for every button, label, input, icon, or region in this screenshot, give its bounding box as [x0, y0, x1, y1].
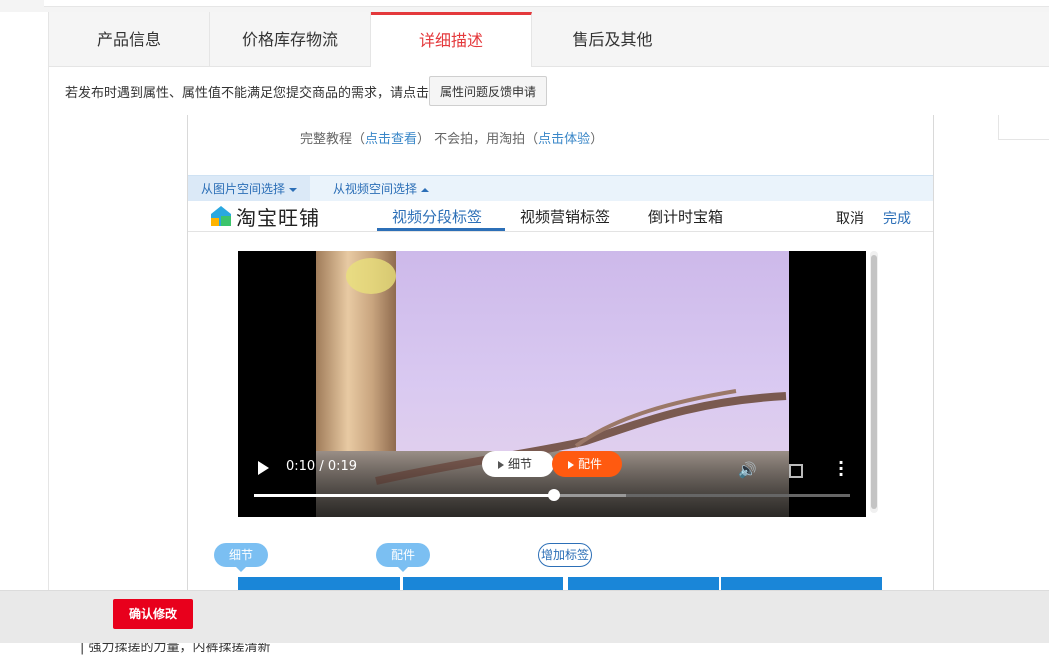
description-editor: 完整教程（点击查看） 不会拍，用淘拍（点击体验） 从图片空间选择 从视频空间选择…: [187, 115, 934, 595]
section-tabs: 产品信息 价格库存物流 详细描述 售后及其他: [49, 12, 1049, 67]
progress-handle[interactable]: [548, 489, 560, 501]
segment-tag-accessory[interactable]: 配件: [376, 543, 430, 572]
more-options-icon[interactable]: · · ·: [838, 455, 844, 483]
played-bar: [254, 494, 554, 497]
buffered-bar: [554, 494, 626, 497]
tag-pointer: [398, 567, 408, 572]
taobao-wangpu-logo-icon: [211, 206, 231, 226]
caret-down-icon: [289, 187, 297, 192]
editor-scrollbar[interactable]: [870, 251, 878, 513]
play-small-icon: [568, 460, 574, 469]
attribute-notice: 若发布时遇到属性、属性值不能满足您提交商品的需求，请点击: [65, 86, 430, 101]
top-divider: [44, 0, 1049, 7]
image-space-select[interactable]: 从图片空间选择: [188, 176, 310, 202]
volume-icon[interactable]: 🔊: [738, 461, 757, 479]
image-space-label: 从图片空间选择: [200, 182, 285, 196]
chip-detail[interactable]: 细节: [482, 451, 554, 477]
add-tag-button[interactable]: 增加标签: [538, 543, 592, 567]
video-space-select[interactable]: 从视频空间选择: [333, 176, 430, 202]
video-space-label: 从视频空间选择: [333, 182, 418, 196]
bottom-action-bar: 确认修改: [0, 590, 1049, 643]
tab-video-marketing-tags[interactable]: 视频营销标签: [520, 206, 610, 227]
tutorial-view-link[interactable]: 点击查看: [365, 132, 417, 147]
tab-countdown-chest[interactable]: 倒计时宝箱: [648, 206, 723, 227]
attribute-feedback-button[interactable]: 属性问题反馈申请: [429, 76, 547, 106]
segment-tag-detail-label: 细节: [228, 548, 253, 562]
tab-product-info[interactable]: 产品信息: [49, 12, 210, 66]
wangpu-toolbar: 淘宝旺铺 视频分段标签 视频营销标签 倒计时宝箱 取消 完成: [188, 201, 933, 232]
active-tab-underline: [377, 228, 505, 231]
cancel-button[interactable]: 取消: [836, 208, 864, 228]
segment-tag-detail[interactable]: 细节: [214, 543, 268, 572]
chip-accessory-label: 配件: [578, 457, 603, 471]
tutorial-suffix: ）: [590, 132, 604, 147]
play-icon[interactable]: [258, 461, 269, 475]
chip-detail-label: 细节: [508, 457, 533, 471]
scrollbar-thumb[interactable]: [871, 255, 877, 509]
tutorial-line: 完整教程（点击查看） 不会拍，用淘拍（点击体验）: [300, 128, 603, 147]
confirm-modify-button[interactable]: 确认修改: [113, 599, 193, 629]
tutorial-mid: ） 不会拍，用淘拍（: [417, 132, 539, 147]
segment-tag-accessory-label: 配件: [390, 548, 415, 562]
video-time: 0:10 / 0:19: [286, 459, 358, 474]
video-controls: 0:10 / 0:19 细节 配件 🔊 · · ·: [238, 451, 866, 517]
tutorial-prefix: 完整教程（: [300, 132, 366, 147]
browser-top-strip: [0, 0, 1049, 12]
tab-video-segment-tags[interactable]: 视频分段标签: [392, 206, 482, 227]
tab-detail-description[interactable]: 详细描述: [371, 12, 532, 67]
taopai-try-link[interactable]: 点击体验: [538, 132, 590, 147]
tab-price-stock[interactable]: 价格库存物流: [210, 12, 371, 66]
media-source-bar: 从图片空间选择 从视频空间选择: [188, 175, 933, 202]
chip-accessory[interactable]: 配件: [552, 451, 622, 477]
segment-chips: 细节 配件: [482, 451, 622, 477]
left-divider: [48, 12, 49, 602]
tag-pointer: [236, 567, 246, 572]
caret-up-icon: [421, 187, 430, 192]
side-panel-edge: [998, 115, 1049, 140]
done-button[interactable]: 完成: [883, 208, 911, 228]
brand-name: 淘宝旺铺: [236, 206, 320, 230]
tab-after-sales[interactable]: 售后及其他: [532, 12, 693, 66]
video-progress-bar[interactable]: [254, 489, 850, 501]
play-small-icon: [498, 460, 504, 469]
fullscreen-icon[interactable]: [789, 464, 803, 478]
